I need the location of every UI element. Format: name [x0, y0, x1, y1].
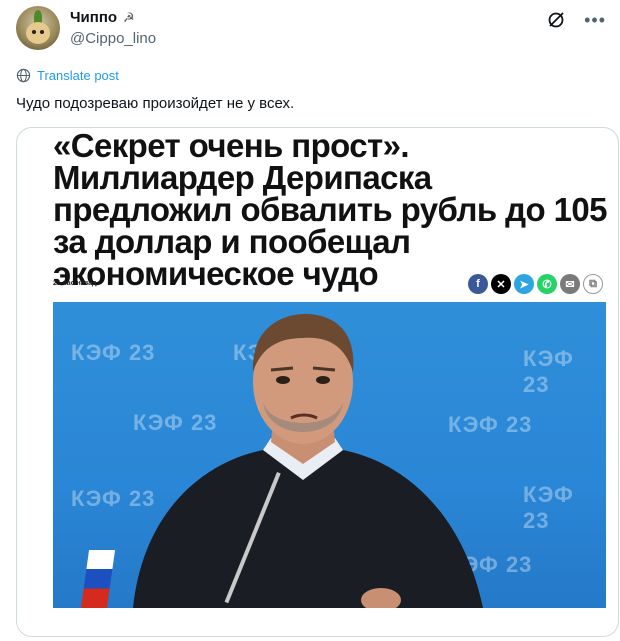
share-icons: f ✕ ➤ ✆ ✉ ⧉ [468, 274, 603, 294]
author-name[interactable]: Чиппо [70, 9, 117, 26]
telegram-icon[interactable]: ➤ [514, 274, 534, 294]
hammer-sickle-emoji: ☭ [123, 9, 135, 25]
author-name-row[interactable]: Чиппо ☭ [70, 9, 135, 26]
translate-label[interactable]: Translate post [37, 68, 119, 83]
translate-post-link[interactable]: Translate post [16, 68, 119, 83]
article-meta-row: 21 час назад f ✕ ➤ ✆ ✉ ⧉ [53, 274, 607, 298]
facebook-icon[interactable]: f [468, 274, 488, 294]
tweet-header: Чиппо ☭ @Cippo_lino ••• [16, 6, 606, 54]
x-icon[interactable]: ✕ [491, 274, 511, 294]
author-handle[interactable]: @Cippo_lino [70, 30, 156, 47]
photo-bg-logo: КЭФ 23 [523, 346, 574, 397]
avatar[interactable] [16, 6, 60, 50]
flag [80, 550, 116, 608]
whatsapp-icon[interactable]: ✆ [537, 274, 557, 294]
article-photo: КЭФ 23 КЭФ 23 КЭФ 23 КЭФ 23 КЭФ 23 КЭФ 2… [53, 302, 606, 608]
tweet-text: Чудо подозреваю произойдет не у всех. [16, 95, 295, 112]
globe-icon [16, 68, 31, 83]
article-headline: «Секрет очень прост». Миллиардер Дерипас… [53, 127, 607, 292]
mail-icon[interactable]: ✉ [560, 274, 580, 294]
more-options-icon[interactable]: ••• [584, 10, 606, 30]
copy-icon[interactable]: ⧉ [583, 274, 603, 294]
person-figure [133, 314, 483, 608]
grok-icon[interactable] [546, 10, 566, 30]
media-card[interactable]: «Секрет очень прост». Миллиардер Дерипас… [16, 127, 619, 637]
photo-bg-logo: КЭФ 23 [523, 482, 574, 533]
article-time-ago: 21 час назад [53, 280, 97, 287]
header-actions: ••• [546, 10, 606, 30]
